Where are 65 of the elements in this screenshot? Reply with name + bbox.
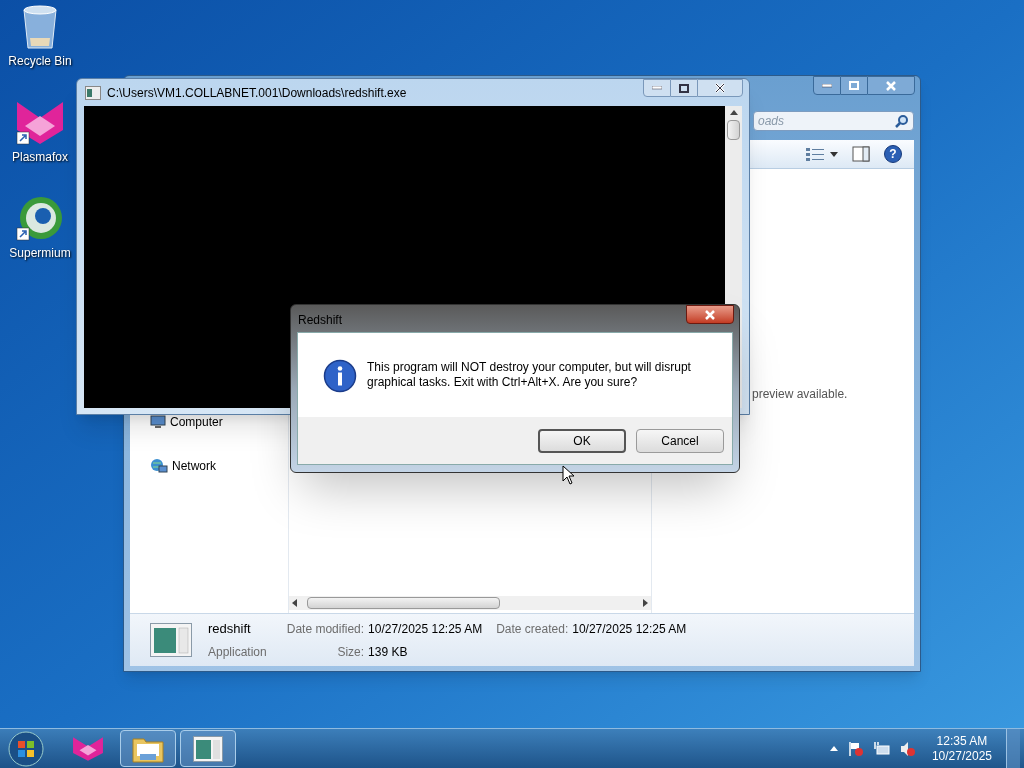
detail-value: 10/27/2025 12:25 AM bbox=[572, 620, 687, 638]
help-button[interactable]: ? bbox=[884, 145, 902, 163]
search-placeholder: oads bbox=[758, 113, 785, 130]
recycle-bin-icon bbox=[20, 4, 60, 50]
application-icon bbox=[150, 623, 192, 657]
clock[interactable]: 12:35 AM 10/27/2025 bbox=[931, 733, 992, 764]
minimize-icon bbox=[652, 86, 662, 90]
close-icon bbox=[715, 83, 725, 93]
close-button[interactable] bbox=[867, 76, 915, 95]
computer-icon bbox=[150, 415, 166, 429]
minimize-icon bbox=[822, 83, 832, 88]
speaker-icon[interactable] bbox=[899, 740, 916, 757]
caret-icon bbox=[830, 151, 838, 157]
dialog-button[interactable]: Cancel bbox=[636, 428, 724, 453]
detail-label: Date created: bbox=[496, 620, 569, 638]
detail-value: 10/27/2025 12:25 AM bbox=[368, 620, 483, 638]
dialog-button[interactable]: OK bbox=[538, 428, 626, 453]
desktop-shortcut[interactable]: Plasmafox bbox=[0, 100, 80, 166]
file-name: redshift bbox=[208, 619, 252, 638]
close-button[interactable] bbox=[686, 305, 734, 324]
desktop-shortcut[interactable]: Supermium bbox=[0, 196, 80, 262]
up-arrow-icon bbox=[729, 110, 738, 116]
scrollbar-thumb[interactable] bbox=[307, 597, 500, 609]
mouse-cursor-icon bbox=[562, 465, 575, 485]
nav-item[interactable]: Network bbox=[150, 457, 216, 475]
search-icon bbox=[895, 114, 909, 128]
detail-label: Size: bbox=[336, 643, 365, 661]
window-title: C:\Users\VM1.COLLABNET.001\Downloads\redshift.exe bbox=[107, 85, 407, 102]
application-icon bbox=[193, 735, 223, 762]
maximize-icon bbox=[679, 83, 689, 93]
network-icon[interactable] bbox=[873, 740, 890, 757]
taskbar-button[interactable] bbox=[120, 730, 176, 767]
scrollbar-thumb[interactable] bbox=[727, 120, 740, 140]
dialog-message: This program will NOT destroy your computer, but will disrupt graphical tasks. Exit with Ctrl+Alt+X. Are you sure? bbox=[367, 360, 692, 390]
browser-logo-icon bbox=[15, 196, 65, 242]
start-button[interactable] bbox=[6, 729, 46, 768]
flag-icon[interactable] bbox=[847, 740, 864, 757]
info-icon bbox=[323, 359, 357, 393]
console-icon bbox=[85, 86, 101, 100]
show-hidden-icons-icon[interactable] bbox=[829, 746, 838, 751]
detail-label: Date modified: bbox=[286, 620, 365, 638]
clock-time: 12:35 AM bbox=[936, 733, 988, 749]
fox-logo-icon bbox=[71, 735, 105, 762]
desktop-shortcut[interactable]: Recycle Bin bbox=[0, 4, 80, 70]
start-orb-icon bbox=[7, 729, 45, 768]
horizontal-scrollbar[interactable] bbox=[289, 596, 651, 610]
view-options-button[interactable] bbox=[806, 147, 838, 161]
preview-pane-button[interactable] bbox=[852, 146, 870, 162]
taskbar-button[interactable] bbox=[180, 730, 236, 767]
maximize-icon bbox=[849, 81, 859, 90]
file-type: Application bbox=[208, 644, 267, 662]
network-globe-icon bbox=[150, 458, 168, 474]
maximize-button[interactable] bbox=[841, 76, 867, 95]
detail-value: 139 KB bbox=[368, 643, 409, 661]
fox-logo-icon bbox=[15, 100, 65, 146]
nav-item[interactable]: Computer bbox=[150, 413, 223, 431]
dialog-title: Redshift bbox=[298, 312, 343, 329]
close-icon bbox=[886, 80, 896, 91]
close-icon bbox=[705, 309, 715, 320]
maximize-button[interactable] bbox=[671, 79, 697, 97]
clock-date: 10/27/2025 bbox=[931, 748, 992, 764]
list-view-icon bbox=[806, 147, 824, 161]
pane-icon bbox=[852, 146, 870, 162]
preview-message: preview available. bbox=[752, 386, 848, 403]
minimize-button[interactable] bbox=[813, 76, 841, 95]
